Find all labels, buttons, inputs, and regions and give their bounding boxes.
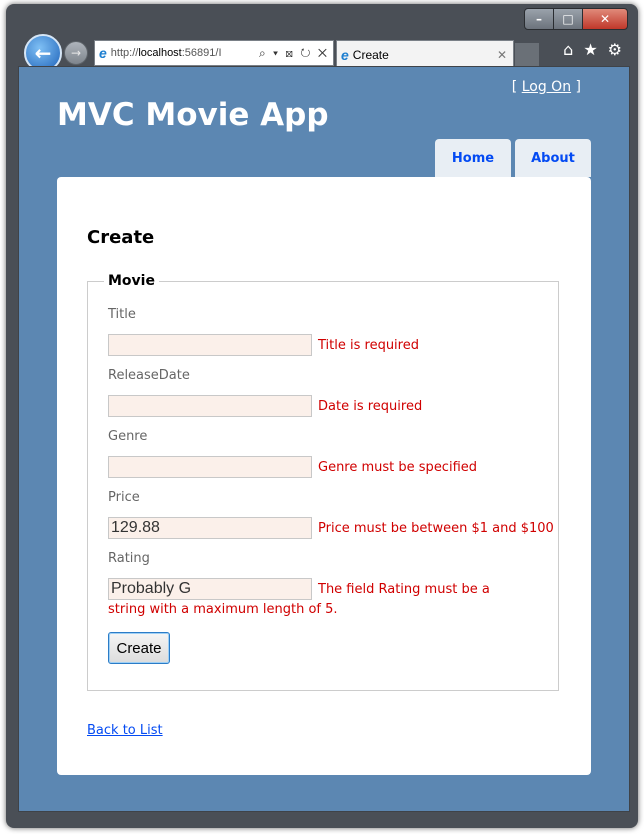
tools-icon[interactable]: ⚙: [608, 40, 622, 59]
favorites-icon[interactable]: ★: [583, 40, 597, 59]
fieldset-legend: Movie: [108, 273, 155, 289]
browser-tab-create[interactable]: e Create ✕: [336, 40, 514, 69]
login-bracket-close: ]: [571, 79, 581, 95]
close-window-button[interactable]: ✕: [582, 8, 628, 30]
create-button[interactable]: Create: [108, 632, 170, 664]
price-input[interactable]: [108, 517, 312, 539]
address-tools-icons[interactable]: ⌕ ▾ ⊠ ↻ ✕: [259, 46, 333, 61]
release-date-label: ReleaseDate: [108, 368, 190, 383]
window-controls: – □ ✕: [524, 8, 628, 30]
release-date-input[interactable]: [108, 395, 312, 417]
title-input[interactable]: [108, 334, 312, 356]
url-scheme: http://: [110, 47, 139, 59]
price-label: Price: [108, 490, 140, 505]
tab-title: Create: [352, 48, 389, 62]
login-area: [ Log On ]: [512, 79, 581, 95]
rating-label: Rating: [108, 551, 150, 566]
release-date-error: Date is required: [318, 399, 423, 414]
price-error: Price must be between $1 and $100: [318, 521, 554, 536]
browser-window: – □ ✕ ← → e http:// localhost :56891/I ⌕…: [6, 4, 638, 828]
forward-icon[interactable]: →: [64, 41, 88, 65]
page-viewport: [ Log On ] MVC Movie App Home About Crea…: [18, 66, 630, 812]
genre-input[interactable]: [108, 456, 312, 478]
rating-error: The field Rating must be a string with a…: [108, 582, 490, 617]
genre-label: Genre: [108, 429, 148, 444]
url-rest: :56891/I: [181, 47, 222, 59]
main-content: Create Movie Title Title is required Rel…: [57, 177, 591, 775]
home-icon[interactable]: ⌂: [563, 40, 573, 59]
page-heading: Create: [87, 227, 155, 248]
address-bar[interactable]: e http:// localhost :56891/I ⌕ ▾ ⊠ ↻ ✕: [94, 40, 334, 66]
app-title: MVC Movie App: [57, 97, 329, 133]
menu-about[interactable]: About: [515, 139, 591, 177]
minimize-button[interactable]: –: [524, 8, 554, 30]
menu-home[interactable]: Home: [435, 139, 511, 177]
tab-close-icon[interactable]: ✕: [497, 48, 507, 62]
url-host: localhost: [138, 47, 182, 59]
genre-error: Genre must be specified: [318, 460, 478, 475]
back-to-list-link[interactable]: Back to List: [87, 723, 163, 738]
browser-toolbar-icons: ⌂ ★ ⚙: [563, 40, 622, 59]
tab-ie-icon: e: [341, 47, 349, 63]
main-menu: Home About: [435, 139, 591, 177]
ie-icon: e: [99, 45, 107, 61]
new-tab-button[interactable]: [514, 42, 540, 68]
title-error: Title is required: [318, 338, 419, 353]
login-bracket-open: [: [511, 79, 522, 95]
maximize-button[interactable]: □: [553, 8, 583, 30]
title-label: Title: [108, 307, 136, 322]
movie-fieldset: Movie Title Title is required ReleaseDat…: [87, 273, 559, 691]
log-on-link[interactable]: Log On: [522, 79, 571, 95]
